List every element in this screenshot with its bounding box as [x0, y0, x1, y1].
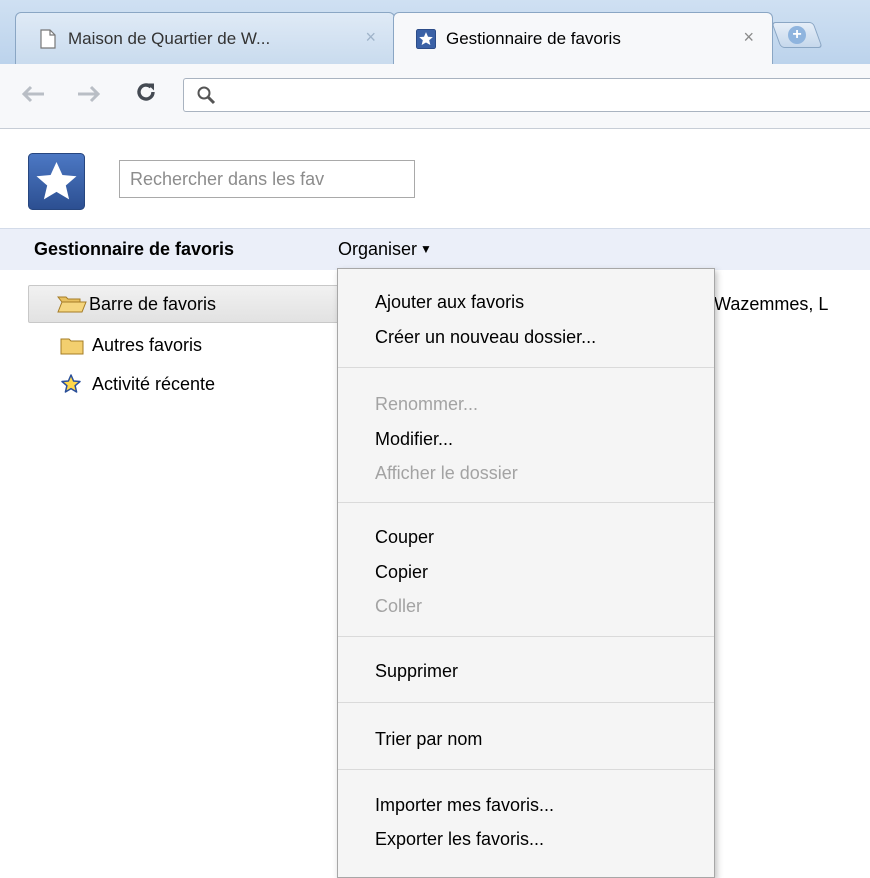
page-icon: [38, 28, 58, 50]
arrow-right-icon: [78, 85, 101, 103]
search-input[interactable]: [119, 160, 415, 198]
back-button[interactable]: [20, 80, 46, 110]
plus-icon: +: [788, 26, 806, 44]
menu-item-delete[interactable]: Supprimer: [375, 660, 458, 682]
organize-label: Organiser: [338, 239, 418, 259]
reload-icon: [137, 83, 155, 101]
caret-down-icon: ▼: [420, 242, 432, 256]
menu-separator: [338, 702, 714, 703]
arrow-left-icon: [21, 85, 44, 103]
new-tab-button[interactable]: +: [771, 22, 823, 48]
forward-button[interactable]: [76, 80, 102, 110]
close-icon[interactable]: ×: [743, 27, 754, 48]
page-title: Gestionnaire de favoris: [34, 239, 235, 259]
menu-item-import[interactable]: Importer mes favoris...: [375, 794, 554, 816]
menu-item-copy[interactable]: Copier: [375, 561, 428, 583]
tab-gestionnaire-de-favoris[interactable]: Gestionnaire de favoris ×: [393, 12, 773, 64]
menu-separator: [338, 502, 714, 503]
menu-item-show-folder: Afficher le dossier: [375, 463, 518, 483]
organize-menu: Ajouter aux favoris Créer un nouveau dos…: [337, 268, 715, 878]
menu-separator: [338, 636, 714, 637]
menu-item-cut[interactable]: Couper: [375, 526, 434, 548]
menu-item-add-bookmark[interactable]: Ajouter aux favoris: [375, 291, 524, 313]
tab-maison-de-quartier[interactable]: Maison de Quartier de W... ×: [15, 12, 395, 64]
magnifier-icon: [196, 85, 216, 110]
tab-title: Maison de Quartier de W...: [68, 28, 271, 48]
star-icon: [416, 28, 436, 50]
folder-icon: [60, 336, 92, 356]
tree-item-autres-favoris[interactable]: Autres favoris: [60, 335, 202, 356]
address-bar[interactable]: [183, 78, 870, 112]
tree-item-label: Autres favoris: [92, 335, 203, 355]
tree-item-label: Barre de favoris: [89, 293, 217, 314]
menu-item-sort-by-name[interactable]: Trier par nom: [375, 728, 482, 750]
organize-menu-button[interactable]: Organiser ▼: [338, 239, 432, 260]
menu-separator: [338, 367, 714, 368]
tree-item-barre-de-favoris[interactable]: Barre de favoris: [28, 285, 358, 323]
folder-open-icon: [57, 294, 89, 314]
menu-item-rename: Renommer...: [375, 394, 479, 414]
tab-strip: Maison de Quartier de W... × Gestionnair…: [0, 0, 870, 64]
tree-item-label: Activité récente: [92, 373, 216, 394]
menu-separator: [338, 769, 714, 770]
tab-title: Gestionnaire de favoris: [446, 28, 621, 48]
menu-item-paste: Coller: [375, 596, 423, 616]
star-icon: [28, 153, 85, 210]
bookmark-list-item[interactable]: Wazemmes, L: [714, 294, 828, 315]
menu-item-export[interactable]: Exporter les favoris...: [375, 828, 544, 850]
reload-button[interactable]: [134, 80, 158, 110]
header-bar: Gestionnaire de favoris Organiser ▼: [0, 228, 870, 270]
star-outline-icon: [60, 373, 92, 395]
tree-item-activite-recente[interactable]: Activité récente: [60, 373, 215, 395]
menu-item-new-folder[interactable]: Créer un nouveau dossier...: [375, 326, 596, 348]
bookmark-manager-logo: [28, 153, 85, 210]
close-icon[interactable]: ×: [365, 27, 376, 48]
menu-item-edit[interactable]: Modifier...: [375, 428, 453, 450]
